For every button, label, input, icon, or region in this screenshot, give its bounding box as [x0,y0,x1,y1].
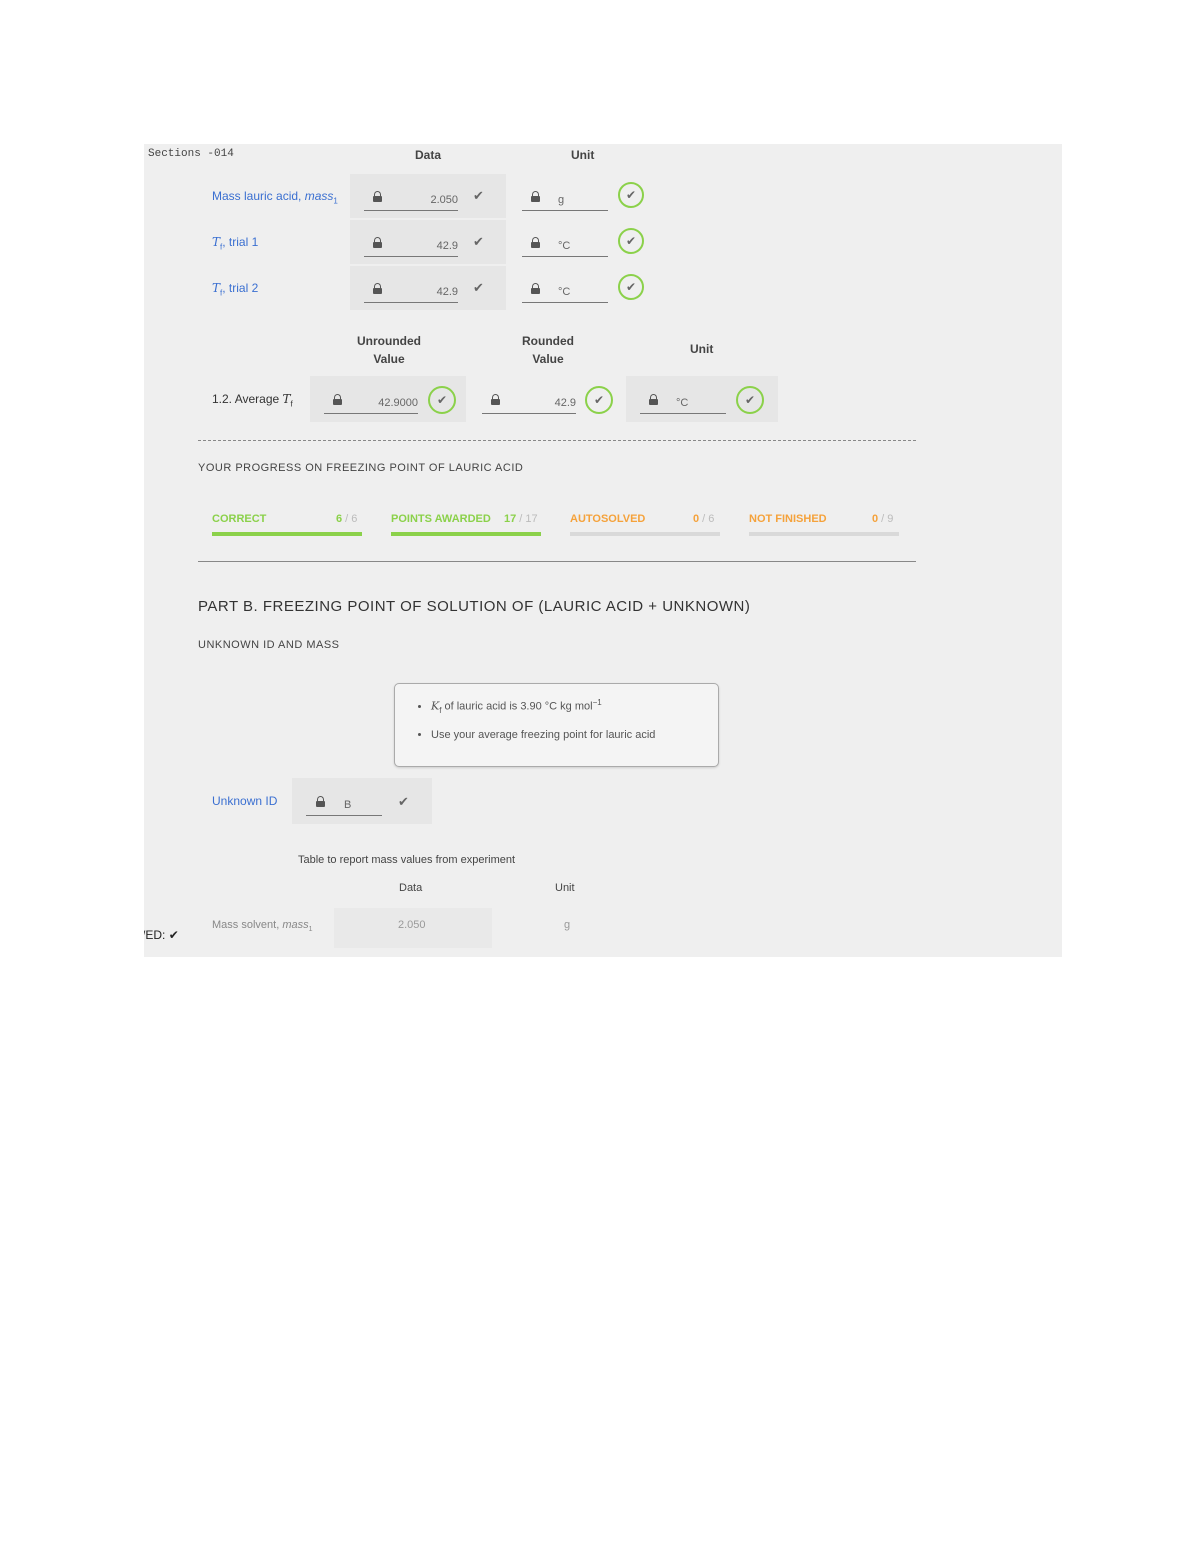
lock-icon [373,283,382,294]
progress-points-count: 17 / 17 [504,513,538,525]
lock-icon [531,191,540,202]
progress-correct-fill [212,532,362,536]
tf-trial-1-input[interactable]: 42.9 [364,234,458,257]
progress-title: YOUR PROGRESS ON FREEZING POINT OF LAURI… [198,462,524,474]
mass-lauric-acid-unit-input[interactable]: g [522,188,608,211]
column-header-unit: Unit [571,148,595,162]
correct-check-icon: ✔ [736,386,764,414]
left-clipped-label: /ED: ✔ [144,928,179,942]
lock-icon [316,796,325,807]
section-divider [198,561,916,562]
progress-correct-label: CORRECT [212,513,267,525]
mass-solvent-unit: g [564,919,571,931]
worksheet-panel: Sections -014 Data Unit Mass lauric acid… [144,144,1062,957]
tf-trial-2-unit-input[interactable]: °C [522,280,608,303]
progress-correct-count: 6 / 6 [336,513,358,525]
row-label-average-tf: 1.2. Average Tf [212,392,293,409]
correct-check-icon: ✔ [618,228,644,254]
column-header-unit-average: Unit [690,342,714,356]
column-header-rounded: Rounded Value [522,334,574,366]
correct-check-icon: ✔ [585,386,613,414]
progress-not-finished-bar [749,532,899,536]
lock-icon [649,394,658,405]
unknown-id-input[interactable]: B [306,793,382,816]
checkmark-icon: ✔ [473,280,484,295]
lock-icon [373,191,382,202]
correct-check-icon: ✔ [618,182,644,208]
note-use-average: Use your average freezing point for laur… [431,729,718,741]
checkmark-icon: ✔ [398,794,409,809]
lock-icon [491,394,500,405]
lock-icon [531,237,540,248]
unrounded-average-input[interactable]: 42.9000 [324,391,418,414]
lock-icon [333,394,342,405]
correct-check-icon: ✔ [618,274,644,300]
unknown-id-label: Unknown ID [212,794,278,808]
part-b-title: PART B. FREEZING POINT OF SOLUTION OF (L… [198,598,751,615]
average-unit-input[interactable]: °C [640,391,726,414]
tf-trial-1-unit-input[interactable]: °C [522,234,608,257]
mass-solvent-value: 2.050 [398,919,426,931]
note-kf-value: Kf of lauric acid is 3.90 °C kg mol−1 [431,698,718,715]
lock-icon [373,237,382,248]
progress-points-label: POINTS AWARDED [391,513,491,525]
column-header-unrounded: Unrounded Value [357,334,421,366]
table-header-data: Data [399,882,423,894]
lock-icon [531,283,540,294]
progress-not-finished-count: 0 / 9 [872,513,894,525]
info-note-box: Kf of lauric acid is 3.90 °C kg mol−1 Us… [394,683,719,767]
mass-lauric-acid-input[interactable]: 2.050 [364,188,458,211]
tf-trial-2-input[interactable]: 42.9 [364,280,458,303]
dashed-divider [198,440,916,441]
check-icon: ✔ [168,928,179,942]
checkmark-icon: ✔ [473,234,484,249]
progress-autosolved-label: AUTOSOLVED [570,513,646,525]
row-label-tf-trial-2: Tf, trial 2 [212,281,259,298]
part-b-subtitle: UNKNOWN ID AND MASS [198,639,340,651]
progress-points-fill [391,532,541,536]
progress-autosolved-count: 0 / 6 [693,513,715,525]
row-label-mass-lauric-acid: Mass lauric acid, mass1 [212,189,338,206]
row-label-tf-trial-1: Tf, trial 1 [212,235,259,252]
section-label: Sections -014 [148,148,234,160]
progress-autosolved-bar [570,532,720,536]
column-header-data: Data [415,148,442,162]
table-header-unit: Unit [555,882,575,894]
checkmark-icon: ✔ [473,188,484,203]
correct-check-icon: ✔ [428,386,456,414]
mass-solvent-label: Mass solvent, mass1 [212,919,313,934]
progress-points-bar [391,532,541,536]
progress-correct-bar [212,532,362,536]
table-caption: Table to report mass values from experim… [298,854,516,866]
rounded-average-input[interactable]: 42.9 [482,391,576,414]
progress-not-finished-label: NOT FINISHED [749,513,827,525]
